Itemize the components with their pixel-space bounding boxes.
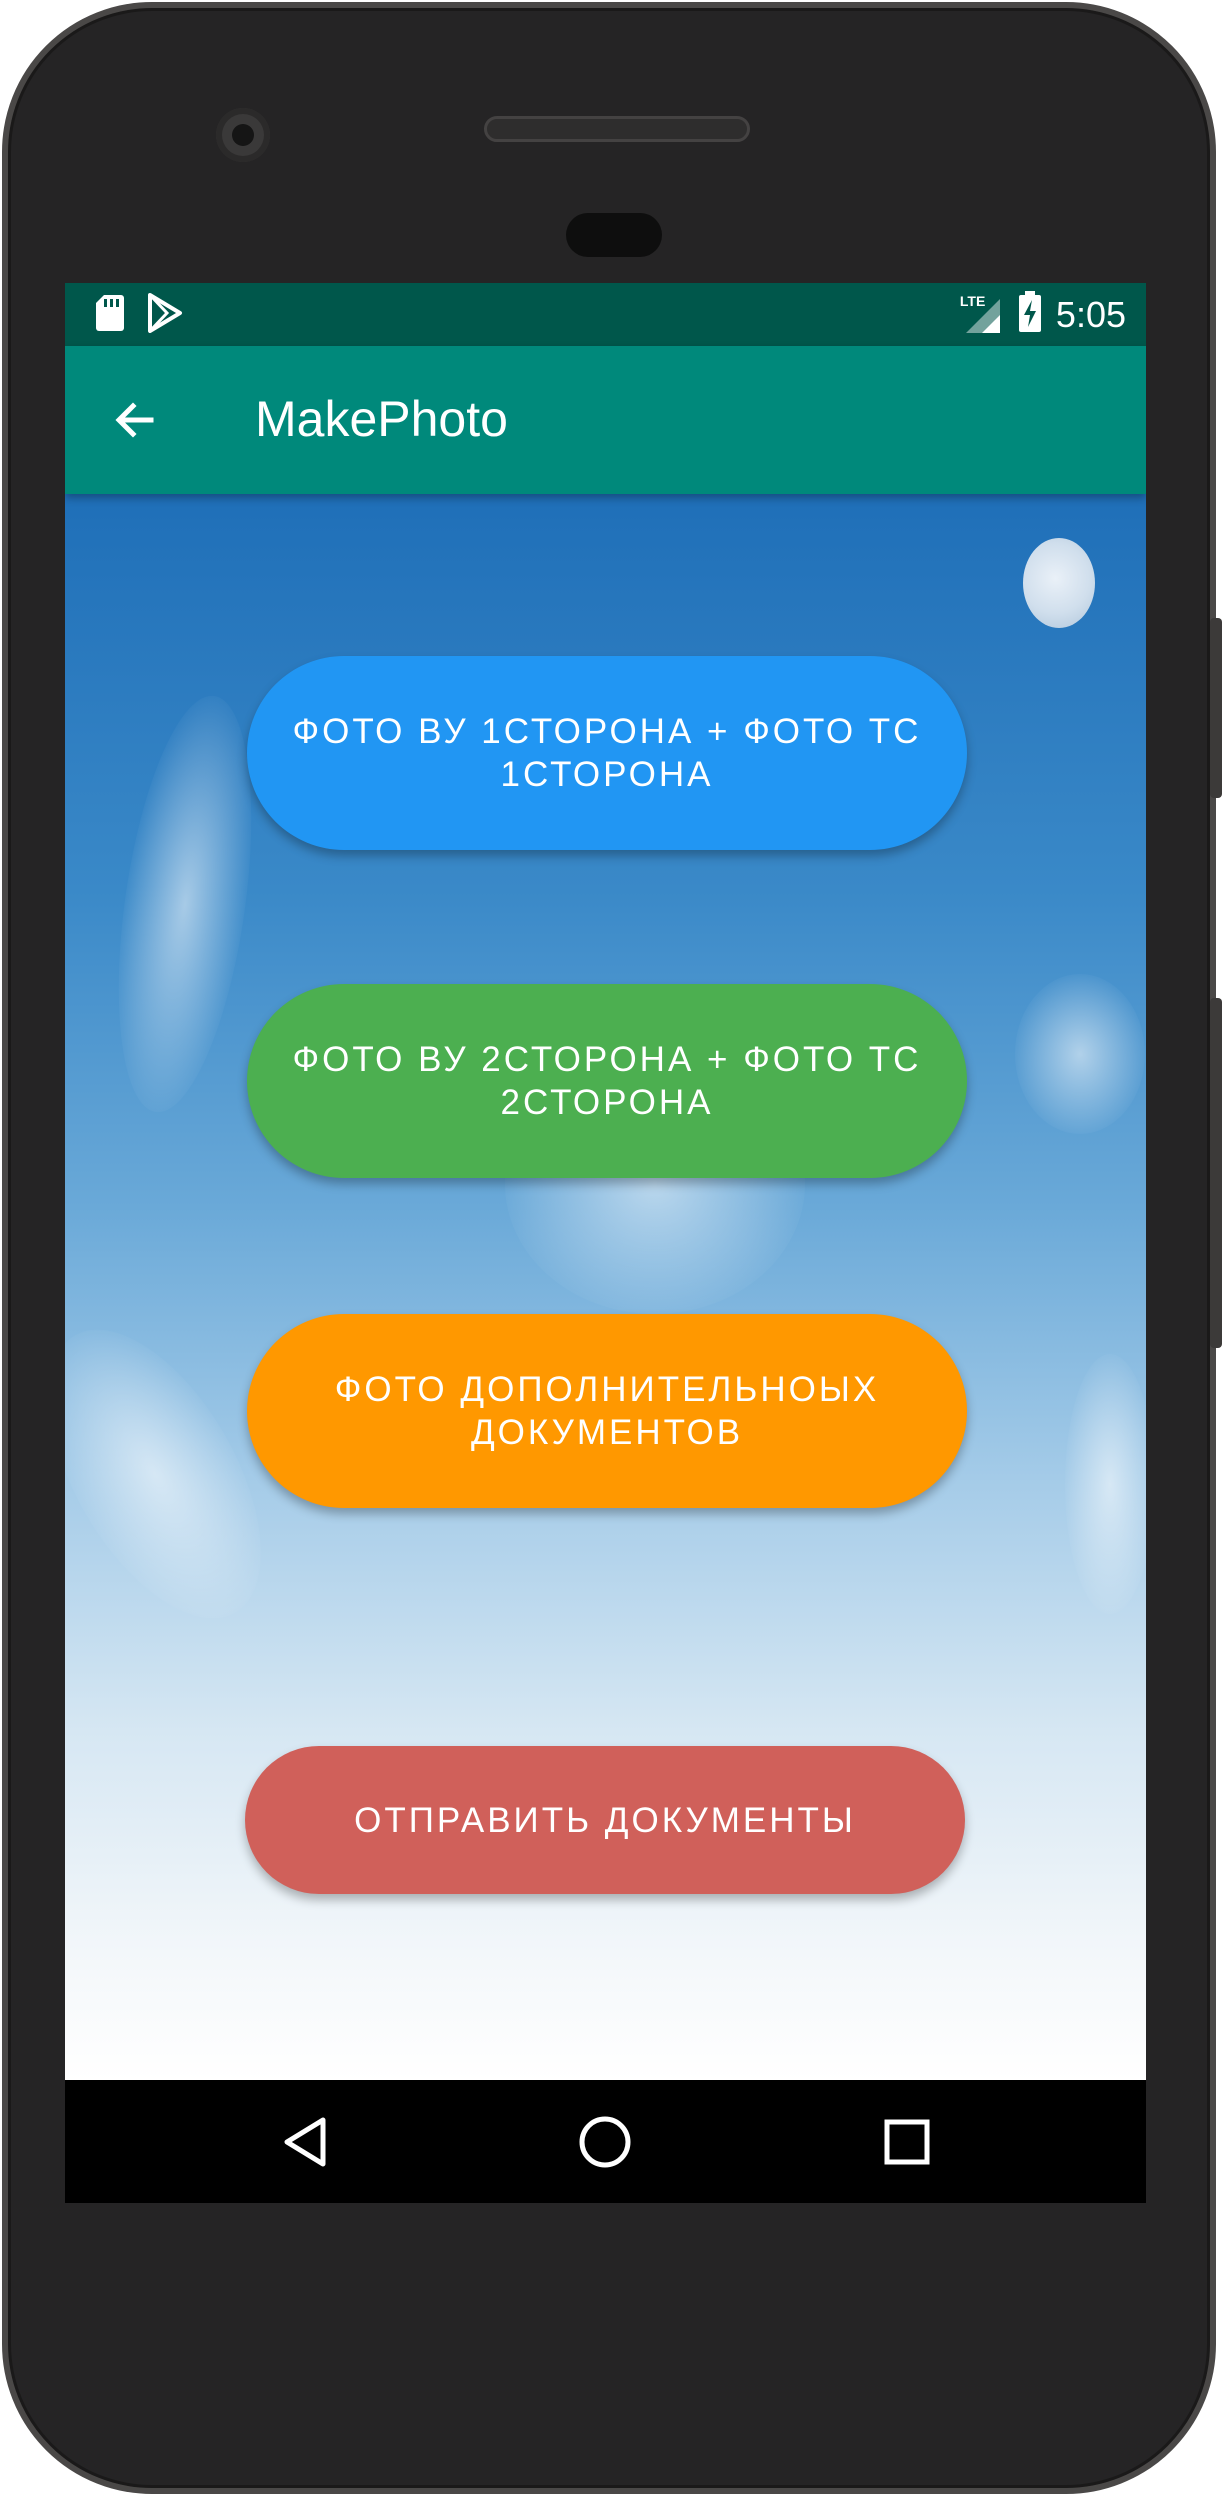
status-bar: LTE 5:05 [65, 283, 1146, 346]
nav-recents-button[interactable] [875, 2110, 939, 2174]
battery-charging-icon [1018, 291, 1042, 338]
arrow-left-icon [115, 402, 154, 438]
photo-side2-button[interactable]: ФОТО ВУ 2СТОРОНА + ФОТО ТС 2СТОРОНА [247, 984, 967, 1178]
power-button [1210, 618, 1222, 798]
moon-decoration [1023, 538, 1095, 628]
nav-home-button[interactable] [573, 2110, 637, 2174]
feather-decoration [1065, 1354, 1146, 1614]
back-button[interactable] [103, 388, 167, 452]
volume-button [1210, 998, 1222, 1348]
proximity-sensor [566, 213, 662, 257]
triangle-back-icon [284, 2117, 326, 2167]
app-bar: MakePhoto [65, 346, 1146, 494]
signal-icon: LTE [960, 293, 1004, 337]
play-store-icon [147, 293, 183, 338]
page-title: MakePhoto [255, 391, 508, 447]
main-content: ФОТО ВУ 1СТОРОНА + ФОТО ТС 1СТОРОНА ФОТО… [65, 494, 1146, 2080]
navigation-bar [65, 2080, 1146, 2203]
front-camera [216, 108, 270, 162]
nav-back-button[interactable] [273, 2110, 337, 2174]
photo-extra-documents-button[interactable]: ФОТО ДОПОЛНИТЕЛЬНОЫХ ДОКУМЕНТОВ [247, 1314, 967, 1508]
photo-side1-button[interactable]: ФОТО ВУ 1СТОРОНА + ФОТО ТС 1СТОРОНА [247, 656, 967, 850]
status-time: 5:05 [1055, 293, 1126, 335]
sd-card-icon [95, 293, 125, 338]
send-documents-button[interactable]: ОТПРАВИТЬ ДОКУМЕНТЫ [245, 1746, 965, 1894]
square-recents-icon [884, 2119, 930, 2165]
screen: LTE 5:05 MakePhoto ФОТО ВУ 1СТОРОНА + ФО… [65, 283, 1146, 2203]
circle-home-icon [579, 2116, 631, 2168]
earpiece-speaker [484, 116, 750, 142]
feather-decoration [1015, 974, 1145, 1134]
